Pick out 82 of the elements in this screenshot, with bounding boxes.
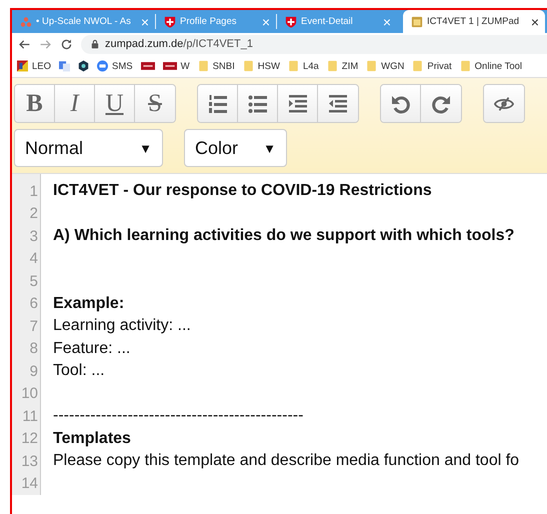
back-icon[interactable] bbox=[18, 38, 31, 50]
tab-title: ICT4VET 1 | ZUMPad bbox=[427, 16, 520, 27]
tab-title: Profile Pages bbox=[180, 16, 238, 27]
folder-icon bbox=[412, 60, 424, 72]
browser-tab[interactable]: ICT4VET 1 | ZUMPad × bbox=[403, 10, 545, 33]
folder-icon bbox=[460, 60, 471, 72]
dropdown[interactable]: Normal ▼ bbox=[14, 129, 163, 167]
srf-logo-icon bbox=[140, 62, 155, 70]
chat-icon bbox=[97, 60, 108, 72]
hexagon-icon bbox=[78, 60, 90, 72]
undo-icon bbox=[390, 94, 410, 114]
line-number: 13 bbox=[20, 452, 38, 470]
line-number: 5 bbox=[28, 272, 38, 290]
bookmark[interactable]: W bbox=[162, 60, 190, 72]
ol-button[interactable] bbox=[198, 85, 238, 122]
indent-icon bbox=[288, 94, 308, 114]
swiss-shield-icon bbox=[164, 16, 176, 28]
text-line: Please copy this template and describe media function and tool fo bbox=[53, 452, 520, 470]
line-number: 4 bbox=[28, 250, 38, 268]
bookmark[interactable]: Privat bbox=[412, 60, 452, 72]
bullet-list-icon bbox=[248, 94, 268, 114]
lock-icon bbox=[91, 39, 99, 49]
outdent-icon bbox=[328, 94, 348, 114]
line-number: 1 bbox=[28, 182, 38, 200]
text-line: A) Which learning activities do we support with which tools? bbox=[53, 227, 514, 246]
text-line: Tool: ... bbox=[53, 362, 105, 380]
dots-icon bbox=[20, 16, 32, 28]
swiss-shield-icon bbox=[285, 16, 297, 28]
flag-icon bbox=[17, 60, 28, 72]
folder-icon bbox=[242, 60, 254, 72]
bookmark[interactable] bbox=[78, 60, 90, 72]
text-line: Templates bbox=[53, 430, 131, 448]
bookmark[interactable] bbox=[140, 62, 155, 70]
text-line: ICT4VET - Our response to COVID-19 Restrictions bbox=[53, 182, 432, 200]
bold-button[interactable]: B bbox=[15, 85, 55, 122]
line-number: 2 bbox=[28, 205, 38, 222]
line-number: 10 bbox=[20, 385, 38, 402]
indent-button[interactable] bbox=[278, 85, 318, 122]
bookmark[interactable]: WGN bbox=[366, 60, 404, 72]
notepad-icon bbox=[411, 16, 423, 28]
line-number: 14 bbox=[20, 475, 38, 492]
tab-title: • Up-Scale NWOL - As bbox=[36, 16, 132, 27]
numbered-list-icon bbox=[208, 94, 228, 114]
text-line: Learning activity: ... bbox=[53, 317, 191, 336]
italic-button[interactable]: I bbox=[55, 85, 95, 122]
line-number: 8 bbox=[28, 340, 38, 358]
eye-slash-icon bbox=[494, 96, 514, 112]
outdent-button[interactable] bbox=[318, 85, 358, 122]
close-icon[interactable]: × bbox=[530, 14, 539, 30]
folder-icon bbox=[288, 60, 299, 72]
text-line: Example: bbox=[53, 294, 124, 313]
text-line: Feature: ... bbox=[53, 340, 130, 358]
line-number: 3 bbox=[28, 228, 38, 245]
redo-icon bbox=[431, 94, 451, 114]
ul-button[interactable] bbox=[238, 85, 278, 122]
line-number: 11 bbox=[21, 408, 38, 425]
folder-icon bbox=[326, 60, 338, 72]
address-field[interactable]: zumpad.zum.de/p/ICT4VET_1 bbox=[81, 34, 547, 54]
strike-button[interactable]: S bbox=[135, 85, 175, 122]
dropdown[interactable]: Color ▼ bbox=[184, 129, 287, 167]
bookmark[interactable]: ZIM bbox=[326, 60, 358, 72]
folder-icon bbox=[366, 60, 378, 72]
url-text: zumpad.zum.de/p/ICT4VET_1 bbox=[105, 38, 253, 50]
line-number: 9 bbox=[28, 362, 38, 380]
bookmark[interactable]: SMS bbox=[97, 60, 133, 72]
tab-title: Event-Detail bbox=[301, 16, 354, 27]
redo-button[interactable] bbox=[421, 85, 461, 122]
reload-icon[interactable] bbox=[60, 38, 73, 50]
undo-button[interactable] bbox=[381, 85, 421, 122]
underline-button[interactable]: U bbox=[95, 85, 135, 122]
folder-icon bbox=[198, 60, 209, 72]
line-number: 7 bbox=[28, 318, 38, 335]
line-number: 6 bbox=[28, 295, 38, 312]
bookmark[interactable]: L4a bbox=[288, 60, 319, 72]
translate-icon bbox=[59, 60, 70, 72]
line-number: 12 bbox=[20, 430, 38, 448]
bookmark[interactable]: HSW bbox=[242, 60, 280, 72]
text-line: ----------------------------------------------- bbox=[53, 407, 304, 426]
srf-logo-icon bbox=[162, 62, 177, 70]
bookmark[interactable]: LEO bbox=[17, 60, 52, 72]
bookmark[interactable]: Online Tool bbox=[460, 60, 522, 72]
bookmark[interactable]: SNBI bbox=[198, 60, 235, 72]
